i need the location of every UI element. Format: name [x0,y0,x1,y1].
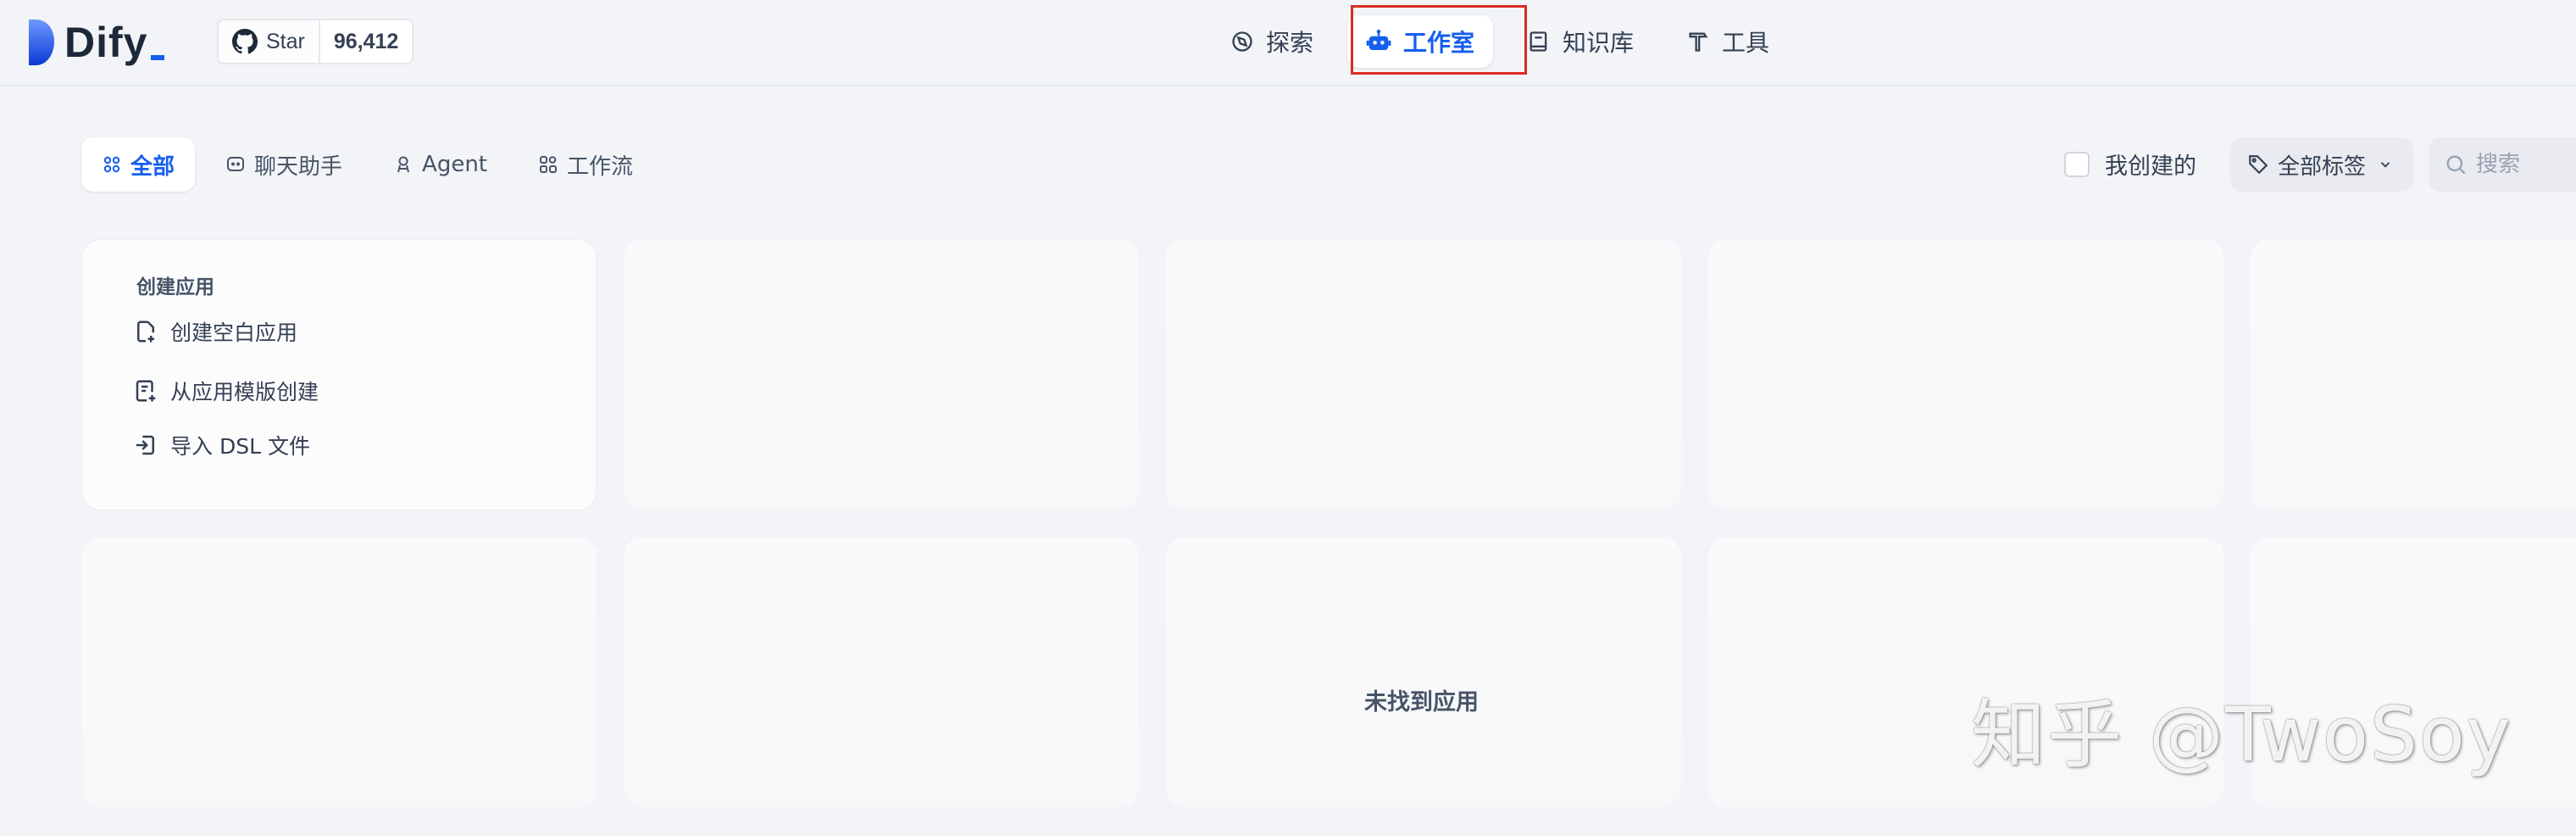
grid-icon [103,156,120,173]
logo-text: Dify [64,19,148,66]
search-box[interactable] [2429,137,2576,192]
create-from-template-label: 从应用模版创建 [170,380,319,404]
nav-knowledge[interactable]: 知识库 [1508,15,1652,68]
tab-agent-label: Agent [422,152,487,177]
file-plus-icon [137,320,154,343]
workflow-icon [540,156,557,173]
nav-knowledge-label: 知识库 [1563,29,1635,57]
nav-explore[interactable]: 探索 [1212,15,1332,68]
search-icon [2446,155,2466,175]
nav-tools-label: 工具 [1722,29,1770,57]
tab-workflow[interactable]: 工作流 [518,137,653,192]
book-icon [1530,31,1547,52]
app-card-placeholder [1166,538,1681,807]
nav-tools[interactable]: 工具 [1668,15,1788,68]
create-blank-app-label: 创建空白应用 [170,320,298,345]
app-card-placeholder [1708,239,2223,510]
github-icon [232,29,258,54]
app-card-placeholder [2251,239,2576,510]
watermark: 知乎 @TwoSoy [1971,691,2512,778]
agent-icon [397,156,410,173]
tag-icon [2249,155,2268,175]
github-star-count: 96,412 [318,20,413,63]
create-app-title: 创建应用 [136,276,214,298]
compass-icon [1232,31,1252,52]
app-card-placeholder [1166,239,1681,510]
tab-chat-assistant-label: 聊天助手 [254,153,343,180]
tab-all[interactable]: 全部 [81,137,196,192]
chevron-down-icon [2380,162,2390,168]
nav-studio[interactable]: 工作室 [1347,15,1494,68]
app-type-tabs: 全部 聊天助手 Agent 工作流 [81,137,663,192]
dify-logo-icon [29,20,54,65]
tab-chat-assistant[interactable]: 聊天助手 [205,137,363,192]
create-blank-app-button[interactable]: 创建空白应用 [133,316,297,347]
template-icon [136,380,156,402]
created-by-me-filter[interactable]: 我创建的 [2064,148,2196,181]
main-nav: 探索 工作室 知识库 工具 [1212,8,1803,75]
create-app-card: 创建应用 创建空白应用 从应用模版创建 导入 DSL 文件 [81,239,597,510]
import-dsl-button[interactable]: 导入 DSL 文件 [133,430,310,460]
logo-dot [151,55,165,60]
app-card-placeholder [81,538,597,807]
tag-filter-label: 全部标签 [2278,153,2367,180]
hammer-icon [1689,32,1708,52]
created-by-me-checkbox[interactable] [2064,151,2090,177]
tab-workflow-label: 工作流 [567,153,634,180]
top-header: Dify Star 96,412 探索 工作室 知识库 工具 [0,0,2576,86]
app-card-placeholder [624,538,1139,807]
robot-icon [1366,29,1391,50]
tag-filter-dropdown[interactable]: 全部标签 [2230,137,2413,192]
app-card-placeholder [624,239,1139,510]
created-by-me-label: 我创建的 [2105,153,2196,180]
dify-logo[interactable]: Dify [29,19,165,66]
empty-state-text: 未找到应用 [1364,689,1479,716]
import-icon [136,435,154,455]
tab-agent[interactable]: Agent [373,137,508,192]
tab-all-label: 全部 [130,153,175,180]
import-dsl-label: 导入 DSL 文件 [170,434,310,459]
chat-bubble-icon [227,157,245,171]
github-star-button[interactable]: Star [219,20,319,63]
search-input[interactable] [2474,151,2576,178]
nav-explore-label: 探索 [1266,29,1314,57]
create-from-template-button[interactable]: 从应用模版创建 [133,376,319,406]
github-star-group[interactable]: Star 96,412 [217,19,414,64]
nav-studio-label: 工作室 [1403,29,1475,57]
github-star-label: Star [266,29,305,53]
